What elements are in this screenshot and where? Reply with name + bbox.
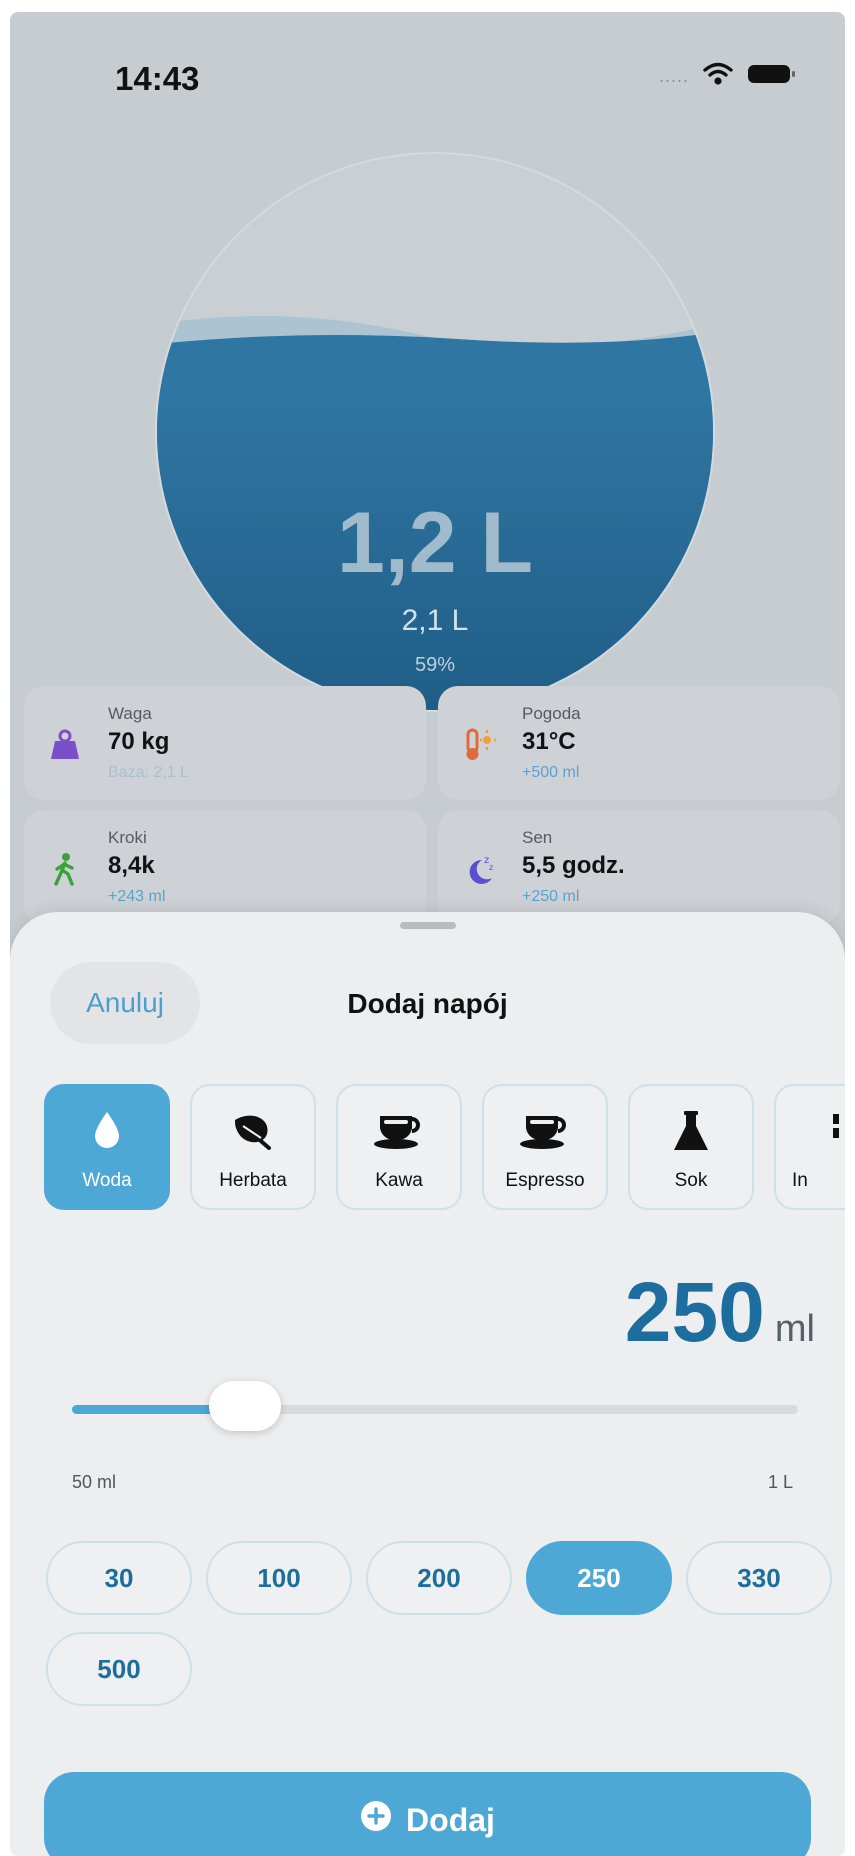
preset-chip[interactable]: 330 (686, 1541, 832, 1615)
drink-label: Sok (674, 1170, 708, 1191)
drink-option-more[interactable]: In (774, 1084, 845, 1210)
preset-chip[interactable]: 500 (46, 1632, 192, 1706)
leaf-icon (192, 1110, 314, 1150)
drink-label: In (792, 1170, 808, 1191)
stat-sub: Baza: 2,1 L (108, 764, 189, 781)
stat-card-steps[interactable]: Kroki 8,4k +243 ml (24, 810, 426, 924)
status-icons: ..... (659, 62, 797, 91)
signal-icon: ..... (658, 66, 689, 86)
more-icon (776, 1110, 845, 1150)
cup-icon (484, 1110, 606, 1150)
daily-goal: 2,1 L (401, 604, 469, 637)
sheet-title: Dodaj napój (347, 988, 508, 1019)
stat-sub: +500 ml (522, 764, 580, 781)
slider-min-label: 50 ml (72, 1472, 117, 1492)
wifi-icon (703, 62, 733, 91)
drink-option-espresso[interactable]: Espresso (482, 1084, 608, 1210)
svg-text:z: z (489, 863, 493, 872)
drink-label: Espresso (505, 1170, 585, 1191)
water-progress-gauge[interactable]: 1,2 L 2,1 L 59% (155, 152, 715, 712)
drink-type-picker: Woda Herbata Kawa Espresso Sok In (44, 1084, 845, 1210)
stat-card-sleep[interactable]: z z Sen 5,5 godz. +250 ml (438, 810, 840, 924)
status-time: 14:43 (115, 60, 200, 97)
stat-sub: +243 ml (108, 888, 166, 905)
drink-option-herbata[interactable]: Herbata (190, 1084, 316, 1210)
stat-card-weather[interactable]: Pogoda 31°C +500 ml (438, 686, 840, 800)
walking-icon (48, 852, 82, 886)
app-screen: 14:43 ..... 1,2 L 2,1 L 59% Waga 70 kg B… (10, 12, 845, 1856)
drink-label: Kawa (375, 1170, 423, 1191)
preset-chip[interactable]: 30 (46, 1541, 192, 1615)
stat-label: Pogoda (522, 704, 581, 723)
preset-chip[interactable]: 100 (206, 1541, 352, 1615)
stat-value: 70 kg (108, 728, 170, 755)
amount-slider-thumb[interactable] (209, 1381, 281, 1431)
preset-chip-selected[interactable]: 250 (526, 1541, 672, 1615)
weight-icon (48, 728, 82, 762)
stat-sub: +250 ml (522, 888, 580, 905)
plus-circle-icon (360, 1800, 392, 1840)
preset-chip[interactable]: 200 (366, 1541, 512, 1615)
drink-label: Woda (82, 1170, 132, 1191)
slider-max-label: 1 L (767, 1472, 793, 1492)
thermometer-sun-icon (462, 728, 497, 762)
amount-display: 250 ml (625, 1264, 815, 1361)
stat-card-weight[interactable]: Waga 70 kg Baza: 2,1 L (24, 686, 426, 800)
amount-unit: ml (774, 1308, 815, 1350)
stat-label: Kroki (108, 828, 147, 847)
stat-value: 5,5 godz. (522, 852, 625, 879)
current-intake: 1,2 L (337, 495, 533, 591)
amount-slider-track[interactable] (72, 1405, 798, 1414)
add-drink-sheet: Anuluj Dodaj napój Woda Herbata Kawa Esp… (10, 912, 845, 1856)
moon-sleep-icon: z z (462, 852, 496, 886)
battery-icon (747, 62, 797, 91)
drink-option-woda[interactable]: Woda (44, 1084, 170, 1210)
add-button-label: Dodaj (406, 1801, 495, 1838)
stat-label: Sen (522, 828, 553, 847)
sheet-grabber[interactable] (400, 922, 456, 929)
stat-label: Waga (108, 704, 152, 723)
amount-value: 250 (624, 1265, 765, 1359)
add-button[interactable]: Dodaj (44, 1772, 811, 1856)
flask-icon (630, 1110, 752, 1150)
drop-icon (46, 1110, 168, 1150)
stat-value: 31°C (522, 728, 576, 755)
drink-option-kawa[interactable]: Kawa (336, 1084, 462, 1210)
drink-option-sok[interactable]: Sok (628, 1084, 754, 1210)
stat-value: 8,4k (108, 852, 155, 879)
progress-percent: 59% (414, 654, 456, 676)
drink-label: Herbata (219, 1170, 287, 1191)
cup-icon (338, 1110, 460, 1150)
